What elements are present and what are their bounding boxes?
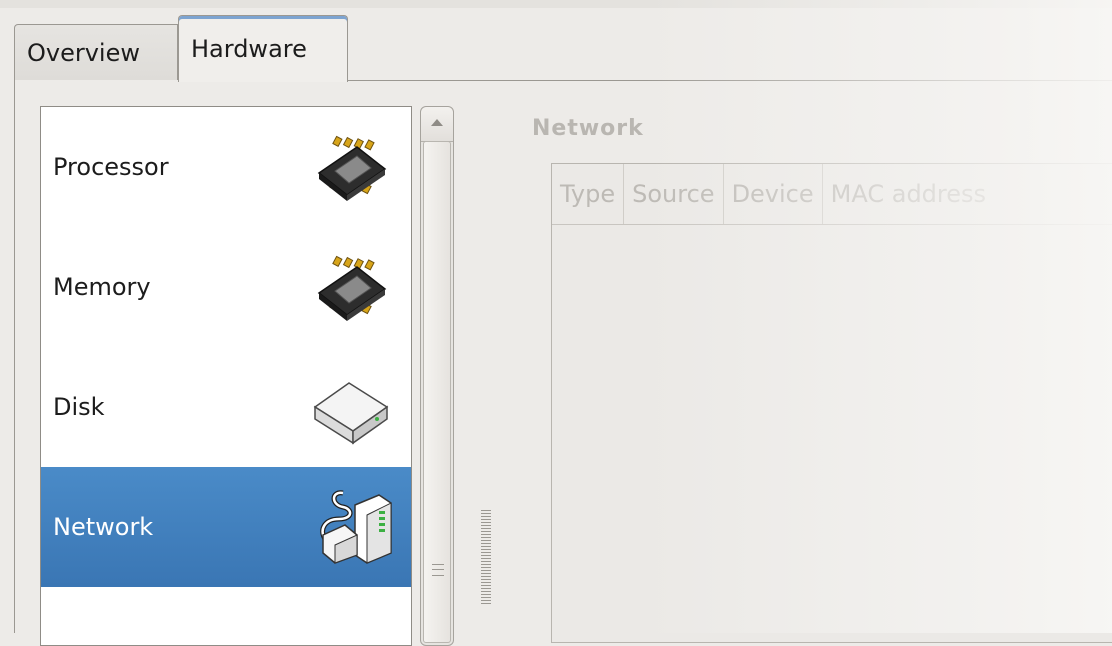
tab-hardware-label: Hardware <box>191 35 307 63</box>
tab-bar-border <box>347 80 1112 81</box>
vertical-scrollbar[interactable] <box>420 106 454 646</box>
list-item-label: Memory <box>53 273 151 301</box>
memory-chip-icon <box>317 255 387 321</box>
hardware-list[interactable]: Processor Memory Disk Network <box>40 106 412 646</box>
tab-overview-label: Overview <box>27 38 140 67</box>
tab-hardware[interactable]: Hardware <box>178 15 348 82</box>
list-item-label: Network <box>53 513 154 541</box>
window-top-strip <box>0 0 1112 8</box>
disk-drive-icon <box>313 382 389 445</box>
list-item-label: Disk <box>53 393 105 421</box>
column-header-device[interactable]: Device <box>724 164 823 224</box>
panel-border <box>14 80 15 633</box>
list-item-disk[interactable]: Disk <box>41 347 411 467</box>
column-header-type[interactable]: Type <box>552 164 625 224</box>
pane-splitter-handle[interactable] <box>481 510 491 606</box>
list-item-memory[interactable]: Memory <box>41 227 411 347</box>
column-header-source[interactable]: Source <box>624 164 724 224</box>
network-table[interactable]: Type Source Device MAC address <box>551 163 1112 643</box>
network-adapter-icon <box>320 490 392 564</box>
section-title: Network <box>532 116 644 141</box>
list-item-processor[interactable]: Processor <box>41 107 411 227</box>
list-item-network[interactable]: Network <box>41 467 411 587</box>
scroll-up-arrow-icon[interactable] <box>421 107 453 142</box>
table-header: Type Source Device MAC address <box>552 164 1112 225</box>
list-item-label: Processor <box>53 153 169 181</box>
grip-icon <box>432 564 444 576</box>
tab-overview[interactable]: Overview <box>14 24 178 80</box>
column-header-mac-address[interactable]: MAC address <box>823 164 994 224</box>
scrollbar-thumb[interactable] <box>423 141 451 643</box>
processor-chip-icon <box>317 135 387 201</box>
